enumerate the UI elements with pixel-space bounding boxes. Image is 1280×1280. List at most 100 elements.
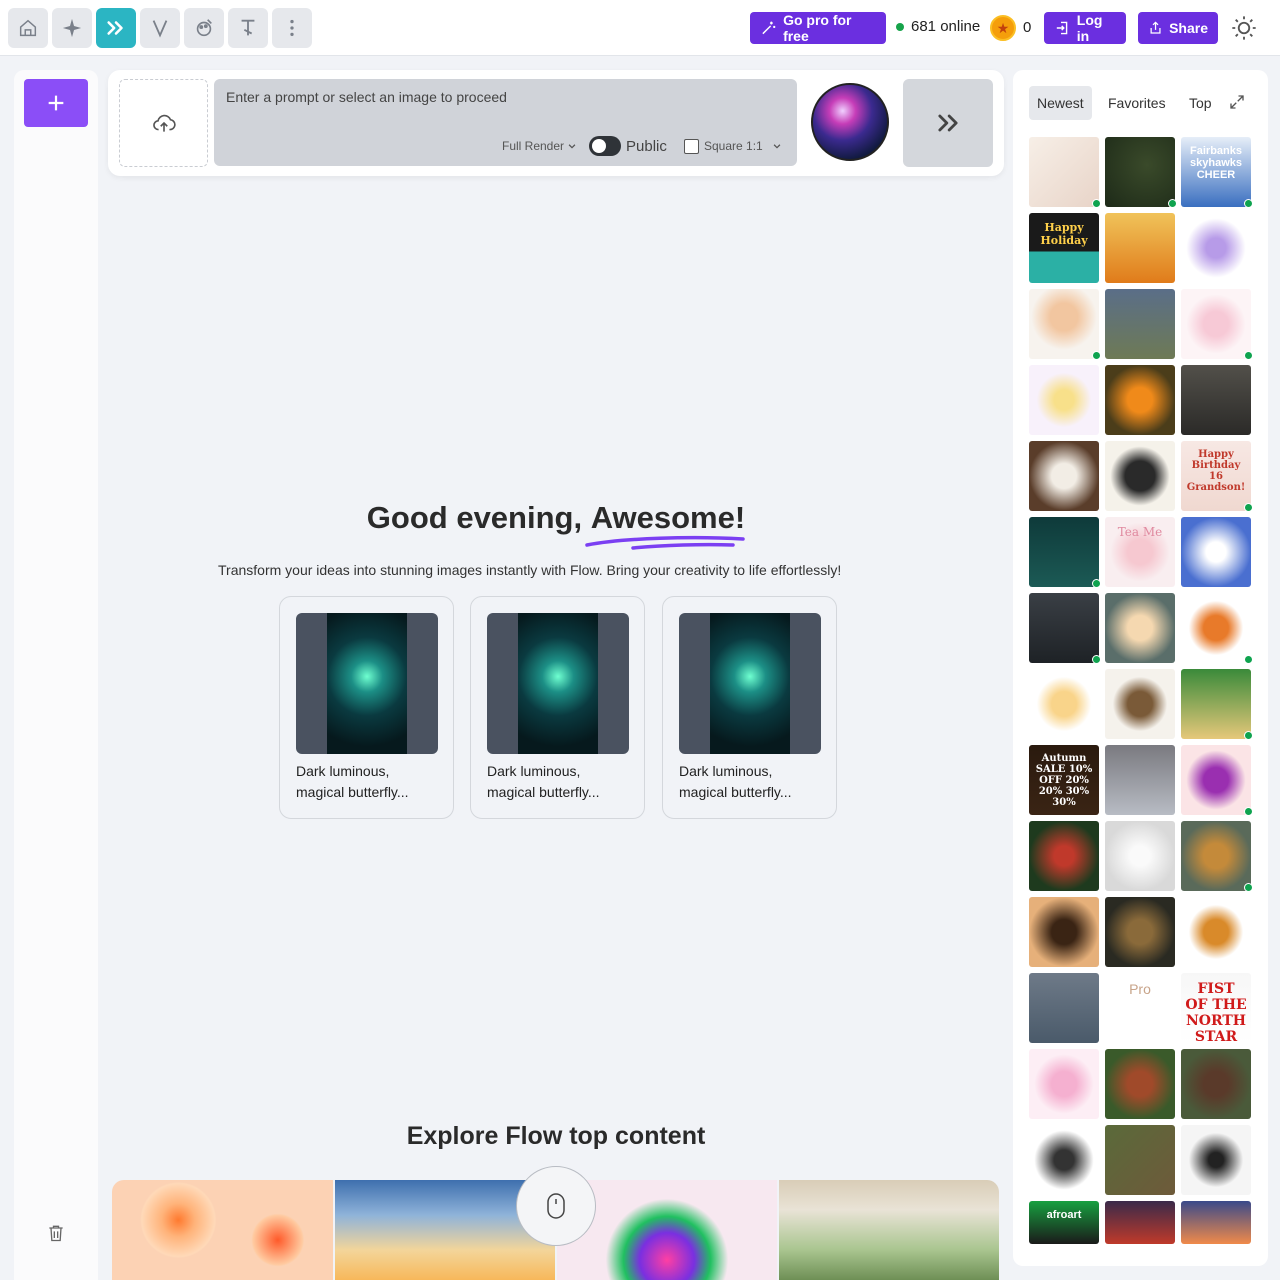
- gallery-thumbnail[interactable]: FIST OF THE NORTH STAR: [1181, 973, 1251, 1043]
- gallery-thumbnail[interactable]: Happy Holiday: [1029, 213, 1099, 283]
- gallery-thumbnail[interactable]: [1181, 1125, 1251, 1195]
- sparkle-icon[interactable]: [52, 8, 92, 48]
- thumbnail-text: Tea Me: [1117, 525, 1163, 539]
- gallery-thumbnail[interactable]: [1181, 213, 1251, 283]
- gallery-thumbnail[interactable]: [1181, 289, 1251, 359]
- gallery-thumbnail[interactable]: [1029, 821, 1099, 891]
- palette-icon[interactable]: [184, 8, 224, 48]
- gallery-thumbnail[interactable]: [1181, 1201, 1251, 1244]
- login-label: Log in: [1076, 12, 1103, 44]
- tab-newest[interactable]: Newest: [1029, 86, 1092, 120]
- square-checkbox[interactable]: [684, 139, 699, 154]
- gallery-thumbnail[interactable]: [1105, 1049, 1175, 1119]
- more-vertical-icon[interactable]: [272, 8, 312, 48]
- tab-top[interactable]: Top: [1181, 86, 1220, 120]
- gallery-thumbnail[interactable]: Happy Birthday 16 Grandson!: [1181, 441, 1251, 511]
- image-upload-button[interactable]: [119, 79, 208, 167]
- gallery-thumbnail[interactable]: [1181, 517, 1251, 587]
- online-status-dot: [1092, 351, 1101, 360]
- gallery-thumbnail[interactable]: [1029, 1049, 1099, 1119]
- gallery-thumbnail[interactable]: [1105, 289, 1175, 359]
- gallery-thumbnail[interactable]: [1105, 897, 1175, 967]
- login-button[interactable]: Log in: [1044, 12, 1126, 44]
- tab-favorites[interactable]: Favorites: [1100, 86, 1174, 120]
- thumbnail-text: FIST OF THE NORTH STAR: [1185, 981, 1247, 1043]
- suggestion-card[interactable]: Dark luminous, magical butterfly...: [279, 596, 454, 819]
- prompt-input[interactable]: [226, 89, 786, 105]
- gallery-thumbnail[interactable]: [1181, 897, 1251, 967]
- v-logo-icon[interactable]: [140, 8, 180, 48]
- text-edit-icon[interactable]: [228, 8, 268, 48]
- left-panel: [14, 70, 98, 1280]
- gallery-thumbnail[interactable]: [1029, 289, 1099, 359]
- explore-tile[interactable]: [779, 1180, 999, 1280]
- share-icon: [1150, 21, 1161, 34]
- model-avatar[interactable]: [811, 83, 889, 161]
- gallery-thumbnail[interactable]: [1105, 1125, 1175, 1195]
- suggestion-caption: Dark luminous, magical butterfly...: [487, 763, 600, 800]
- suggestion-card[interactable]: Dark luminous, magical butterfly...: [470, 596, 645, 819]
- prompt-box: Full Render Public Square 1:1: [214, 79, 797, 166]
- prompt-card: Full Render Public Square 1:1: [108, 70, 1004, 176]
- explore-tile[interactable]: [112, 1180, 333, 1280]
- gallery-thumbnail[interactable]: [1181, 669, 1251, 739]
- gallery-thumbnail[interactable]: [1029, 897, 1099, 967]
- gallery-thumbnail[interactable]: [1029, 365, 1099, 435]
- trash-icon[interactable]: [46, 1222, 66, 1244]
- theme-toggle-icon[interactable]: [1230, 14, 1258, 42]
- gallery-thumbnail[interactable]: [1105, 137, 1175, 207]
- gallery-thumbnail[interactable]: [1105, 593, 1175, 663]
- render-mode-select[interactable]: Full Render: [502, 139, 577, 153]
- gallery-thumbnail[interactable]: [1029, 973, 1099, 1043]
- gallery-thumbnail[interactable]: [1181, 1049, 1251, 1119]
- gallery-thumbnail[interactable]: [1029, 137, 1099, 207]
- online-status-dot: [1244, 351, 1253, 360]
- new-button[interactable]: [24, 79, 88, 127]
- thumbnail-text: Autumn SALE 10% OFF 20% 20% 30% 30%: [1035, 753, 1093, 808]
- aspect-ratio-label: Square 1:1: [704, 139, 763, 153]
- gallery-thumbnail[interactable]: Fairbanks skyhawks CHEER: [1181, 137, 1251, 207]
- online-status-dot: [1244, 199, 1253, 208]
- generate-button[interactable]: [903, 79, 993, 167]
- share-button[interactable]: Share: [1138, 12, 1218, 44]
- gallery-thumbnail[interactable]: Autumn SALE 10% OFF 20% 20% 30% 30%: [1029, 745, 1099, 815]
- aspect-ratio-select[interactable]: Square 1:1: [704, 139, 782, 153]
- greeting-prefix: Good evening,: [366, 500, 591, 535]
- gallery-thumbnail[interactable]: Tea Me: [1105, 517, 1175, 587]
- gallery-thumbnail[interactable]: [1029, 593, 1099, 663]
- chevron-down-icon: [568, 144, 576, 149]
- home-icon[interactable]: [8, 8, 48, 48]
- suggestion-image: [296, 613, 438, 754]
- plus-icon: [48, 95, 64, 111]
- suggestion-card[interactable]: Dark luminous, magical butterfly...: [662, 596, 837, 819]
- online-status-dot: [1092, 655, 1101, 664]
- thumbnail-text: Pro: [1129, 981, 1151, 997]
- render-mode-label: Full Render: [502, 139, 565, 153]
- scroll-mouse-icon[interactable]: [516, 1166, 596, 1246]
- gallery-thumbnail[interactable]: [1105, 441, 1175, 511]
- public-toggle[interactable]: [589, 136, 621, 156]
- gallery-thumbnail[interactable]: [1181, 821, 1251, 891]
- gallery-thumbnail[interactable]: [1029, 517, 1099, 587]
- gallery-thumbnail[interactable]: [1105, 669, 1175, 739]
- gallery-thumbnail[interactable]: [1181, 365, 1251, 435]
- explore-heading: Explore Flow top content: [406, 1122, 706, 1150]
- go-pro-button[interactable]: Go pro for free: [750, 12, 886, 44]
- gallery-thumbnail[interactable]: [1029, 669, 1099, 739]
- login-icon: [1056, 21, 1068, 35]
- gallery-thumbnail[interactable]: [1105, 1201, 1175, 1244]
- fast-forward-icon[interactable]: [96, 8, 136, 48]
- gallery-thumbnail[interactable]: [1105, 365, 1175, 435]
- thumbnail-text: Fairbanks skyhawks CHEER: [1190, 145, 1242, 181]
- gallery-thumbnail[interactable]: [1029, 441, 1099, 511]
- gallery-thumbnail[interactable]: [1029, 1125, 1099, 1195]
- expand-icon[interactable]: [1228, 93, 1246, 111]
- gallery-thumbnail[interactable]: [1181, 593, 1251, 663]
- gallery-thumbnail[interactable]: Pro: [1105, 973, 1175, 1043]
- gallery-thumbnail[interactable]: [1105, 213, 1175, 283]
- gallery-thumbnail[interactable]: [1105, 745, 1175, 815]
- online-text: 681 online: [911, 18, 981, 35]
- gallery-thumbnail[interactable]: afroart: [1029, 1201, 1099, 1244]
- gallery-thumbnail[interactable]: [1181, 745, 1251, 815]
- gallery-thumbnail[interactable]: [1105, 821, 1175, 891]
